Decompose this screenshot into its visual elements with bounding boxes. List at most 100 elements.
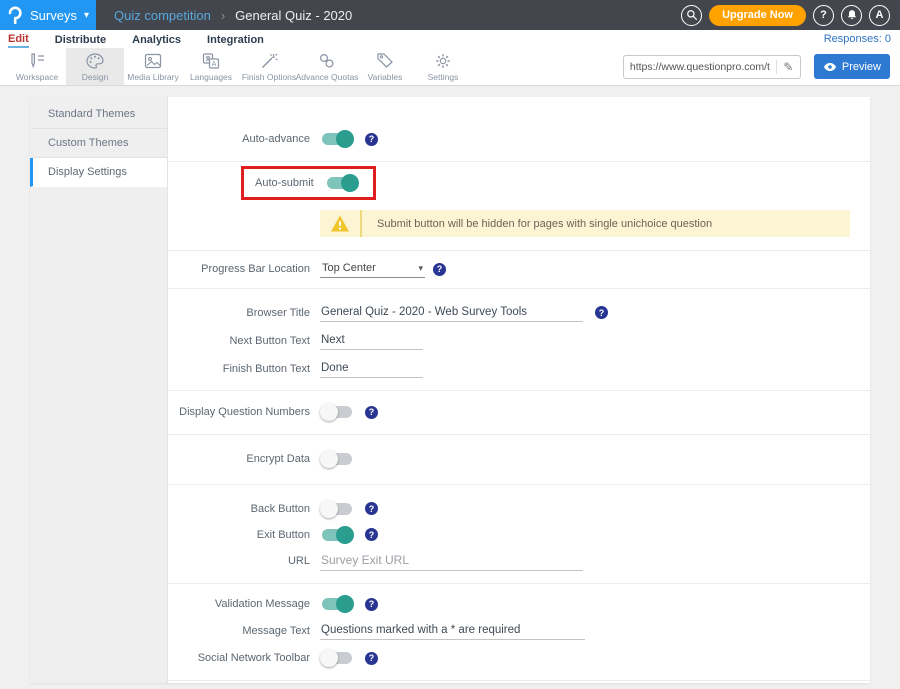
- survey-url-box: ✎: [623, 55, 801, 79]
- topbar-actions: Upgrade Now ? A: [681, 5, 900, 26]
- languages-icon: A: [201, 52, 221, 70]
- toolbar-item-label: Media Library: [127, 72, 179, 82]
- edit-toolbar: Workspace Design Media Library A Languag…: [0, 48, 900, 86]
- breadcrumb-separator-icon: ›: [221, 8, 225, 23]
- section-question-numbers: Display Question Numbers ?: [168, 391, 870, 435]
- auto-advance-toggle[interactable]: [320, 129, 354, 149]
- exit-button-label: Exit Button: [168, 529, 320, 541]
- finish-button-text-input[interactable]: [320, 360, 423, 378]
- toolbar-item-label: Languages: [190, 72, 232, 82]
- chevron-down-icon: ▾: [84, 10, 89, 21]
- design-settings-card: Standard Themes Custom Themes Display Se…: [30, 97, 870, 683]
- exit-button-toggle[interactable]: [320, 525, 354, 545]
- help-icon[interactable]: ?: [365, 652, 378, 665]
- toolbar-right: ✎ Preview: [623, 48, 900, 85]
- selected-option: Top Center: [322, 262, 376, 274]
- toolbar-item-advance-quotas[interactable]: Advance Quotas: [298, 48, 356, 85]
- toolbar-item-languages[interactable]: A Languages: [182, 48, 240, 85]
- bell-icon: [846, 9, 858, 21]
- sidebar-item-custom-themes[interactable]: Custom Themes: [30, 129, 167, 158]
- tab-integration[interactable]: Integration: [207, 32, 264, 47]
- message-text-label: Message Text: [168, 625, 320, 637]
- survey-url-input[interactable]: [624, 61, 776, 73]
- display-question-numbers-toggle[interactable]: [320, 402, 354, 422]
- validation-message-label: Validation Message: [168, 598, 320, 610]
- browser-title-label: Browser Title: [168, 307, 320, 319]
- sidebar-item-standard-themes[interactable]: Standard Themes: [30, 100, 167, 129]
- toolbar-item-variables[interactable]: Variables: [356, 48, 414, 85]
- progress-bar-location-label: Progress Bar Location: [168, 263, 320, 275]
- browser-title-input[interactable]: [320, 304, 583, 322]
- annotation-highlight-box: Auto-submit: [241, 166, 376, 200]
- message-text-input[interactable]: [320, 622, 585, 640]
- responses-count[interactable]: Responses: 0: [824, 33, 891, 45]
- help-icon[interactable]: ?: [365, 528, 378, 541]
- progress-bar-location-select[interactable]: Top Center ▾: [320, 260, 425, 278]
- tab-analytics[interactable]: Analytics: [132, 32, 181, 47]
- preview-button[interactable]: Preview: [814, 54, 890, 79]
- back-button-toggle[interactable]: [320, 499, 354, 519]
- quota-links-icon: [317, 52, 337, 70]
- upgrade-now-button[interactable]: Upgrade Now: [709, 5, 806, 26]
- tab-edit[interactable]: Edit: [8, 31, 29, 48]
- survey-tab-nav: Edit Distribute Analytics Integration Re…: [0, 30, 900, 48]
- display-question-numbers-label: Display Question Numbers: [168, 406, 320, 418]
- section-validation: Validation Message ? Message Text Social…: [168, 584, 870, 681]
- back-button-label: Back Button: [168, 503, 320, 515]
- product-name: Surveys: [30, 8, 77, 23]
- toolbar-item-settings[interactable]: Settings: [414, 48, 472, 85]
- validation-message-toggle[interactable]: [320, 594, 354, 614]
- section-progress-bar: Progress Bar Location Top Center ▾ ?: [168, 251, 870, 289]
- preview-label: Preview: [842, 61, 881, 73]
- next-button-text-label: Next Button Text: [168, 335, 320, 347]
- product-switcher[interactable]: Surveys ▾: [0, 0, 96, 30]
- chevron-down-icon: ▾: [418, 263, 423, 274]
- toolbar-item-label: Advance Quotas: [296, 72, 359, 82]
- auto-submit-label: Auto-submit: [255, 177, 314, 189]
- design-sidebar: Standard Themes Custom Themes Display Se…: [30, 97, 168, 683]
- toolbar-item-design[interactable]: Design: [66, 48, 124, 85]
- toolbar-item-label: Settings: [428, 72, 459, 82]
- help-menu-button[interactable]: ?: [813, 5, 834, 26]
- top-bar: Surveys ▾ Quiz competition › General Qui…: [0, 0, 900, 30]
- auto-submit-toggle[interactable]: [325, 173, 359, 193]
- design-palette-icon: [85, 52, 105, 70]
- eye-icon: [823, 62, 837, 72]
- toolbar-item-media-library[interactable]: Media Library: [124, 48, 182, 85]
- edit-url-pencil-icon[interactable]: ✎: [776, 60, 800, 74]
- help-icon[interactable]: ?: [595, 306, 608, 319]
- social-network-toolbar-toggle[interactable]: [320, 648, 354, 668]
- finish-button-text-label: Finish Button Text: [168, 363, 320, 375]
- encrypt-data-label: Encrypt Data: [168, 453, 320, 465]
- search-button[interactable]: [681, 5, 702, 26]
- help-icon[interactable]: ?: [365, 598, 378, 611]
- notifications-button[interactable]: [841, 5, 862, 26]
- exit-url-label: URL: [168, 555, 320, 567]
- workspace-icon: [27, 52, 47, 70]
- help-icon[interactable]: ?: [433, 263, 446, 276]
- encrypt-data-toggle[interactable]: [320, 449, 354, 469]
- svg-text:A: A: [212, 61, 217, 68]
- warning-text: Submit button will be hidden for pages w…: [362, 218, 712, 230]
- toolbar-item-label: Design: [82, 72, 108, 82]
- tab-distribute[interactable]: Distribute: [55, 32, 106, 47]
- section-encrypt-data: Encrypt Data: [168, 435, 870, 485]
- help-icon[interactable]: ?: [365, 406, 378, 419]
- next-button-text-input[interactable]: [320, 332, 423, 350]
- warning-triangle-icon: [320, 210, 362, 237]
- toolbar-item-finish-options[interactable]: Finish Options: [240, 48, 298, 85]
- breadcrumb-folder[interactable]: Quiz competition: [114, 8, 211, 23]
- account-avatar[interactable]: A: [869, 5, 890, 26]
- help-icon[interactable]: ?: [365, 502, 378, 515]
- social-network-toolbar-label: Social Network Toolbar: [168, 652, 320, 664]
- auto-submit-warning: Submit button will be hidden for pages w…: [320, 210, 850, 237]
- questionpro-logo-icon: [7, 6, 23, 24]
- toolbar-item-label: Finish Options: [242, 72, 296, 82]
- section-save: Save: [168, 681, 870, 683]
- toolbar-item-label: Workspace: [16, 72, 58, 82]
- magic-wand-icon: [259, 52, 279, 70]
- help-icon[interactable]: ?: [365, 133, 378, 146]
- exit-url-input[interactable]: [320, 551, 583, 571]
- toolbar-item-workspace[interactable]: Workspace: [8, 48, 66, 85]
- sidebar-item-display-settings[interactable]: Display Settings: [30, 158, 167, 187]
